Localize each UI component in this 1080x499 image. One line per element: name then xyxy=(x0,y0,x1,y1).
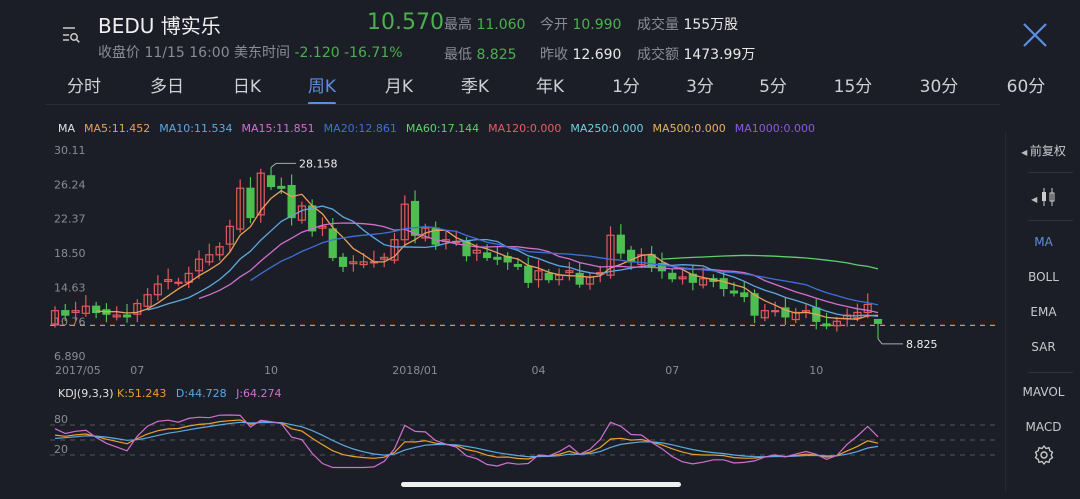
low-label: 8.825 xyxy=(906,338,938,351)
adjust-label: 前复权 xyxy=(1029,144,1066,158)
candle-body xyxy=(719,278,728,290)
divider xyxy=(1028,372,1073,373)
close-icon[interactable] xyxy=(1020,20,1050,50)
candle-body xyxy=(513,263,523,267)
indicator-sar[interactable]: SAR xyxy=(1006,340,1080,354)
candle-body xyxy=(493,256,502,260)
kdj-level-label: 20 xyxy=(54,443,68,456)
tab-12[interactable]: 60分 xyxy=(1007,72,1046,97)
high-leader xyxy=(270,162,297,168)
ma60-line xyxy=(661,254,879,270)
indicator-macd[interactable]: MACD xyxy=(1006,420,1080,434)
divider xyxy=(1028,172,1073,173)
y-tick-label: 30.11 xyxy=(54,144,86,157)
candle-body xyxy=(174,281,183,284)
y-tick-label: 22.37 xyxy=(54,213,86,226)
candle-body xyxy=(524,265,533,283)
candle-body xyxy=(328,228,337,259)
indicator-ema[interactable]: EMA xyxy=(1006,305,1080,319)
chart-style-toggle[interactable]: ◀ xyxy=(1006,187,1080,210)
home-indicator[interactable] xyxy=(401,482,681,487)
candle-body xyxy=(544,272,553,281)
kdj-level-label: 80 xyxy=(54,413,68,426)
candle-body xyxy=(308,205,317,232)
adjust-toggle[interactable]: ◀ 前复权 xyxy=(1006,142,1080,159)
candle-body xyxy=(575,272,584,285)
indicator-mavol[interactable]: MAVOL xyxy=(1006,385,1080,399)
x-tick-label: 07 xyxy=(665,364,679,377)
x-tick-label: 10 xyxy=(264,364,278,377)
x-tick-label: 2017/05 xyxy=(55,364,101,377)
candle-body xyxy=(873,318,883,324)
x-tick-label: 10 xyxy=(809,364,823,377)
candle-body xyxy=(482,252,492,259)
candle-body xyxy=(61,310,70,316)
candle-body xyxy=(122,314,132,318)
candle-body xyxy=(616,234,625,254)
y-tick-label: 18.50 xyxy=(54,247,86,260)
high-label: 28.158 xyxy=(299,157,338,170)
candle-body xyxy=(277,185,286,189)
candle-body xyxy=(266,175,276,188)
indicator-boll[interactable]: BOLL xyxy=(1006,270,1080,284)
y-tick-label: 26.24 xyxy=(54,178,86,191)
divider xyxy=(1028,220,1073,221)
candle-body xyxy=(287,184,296,219)
ma10-line xyxy=(147,205,879,318)
candlestick-icon xyxy=(1040,187,1056,210)
candle-body xyxy=(668,272,677,280)
side-panel: ◀ 前复权 ◀ MA BOLL EMA SAR MAVOL MACD xyxy=(1005,132,1080,492)
candle-body xyxy=(462,240,471,257)
candle-body xyxy=(740,292,749,298)
kline-chart[interactable]: 30.1126.2422.3718.5014.6310.766.8902017/… xyxy=(0,0,1000,499)
candle-body xyxy=(771,310,780,313)
candle-body xyxy=(410,200,420,236)
x-tick-label: 2018/01 xyxy=(392,364,438,377)
indicator-ma[interactable]: MA xyxy=(1006,235,1080,249)
low-leader xyxy=(877,338,903,345)
kdj-j-line xyxy=(54,414,879,469)
candle-body xyxy=(246,187,255,219)
x-tick-label: 07 xyxy=(130,364,144,377)
y-tick-label: 14.63 xyxy=(54,281,86,294)
candle-body xyxy=(729,290,739,294)
candle-body xyxy=(338,256,348,267)
settings-icon[interactable] xyxy=(1006,444,1080,469)
x-tick-label: 04 xyxy=(532,364,546,377)
candle-body xyxy=(822,323,831,327)
y-tick-label: 6.890 xyxy=(54,350,86,363)
